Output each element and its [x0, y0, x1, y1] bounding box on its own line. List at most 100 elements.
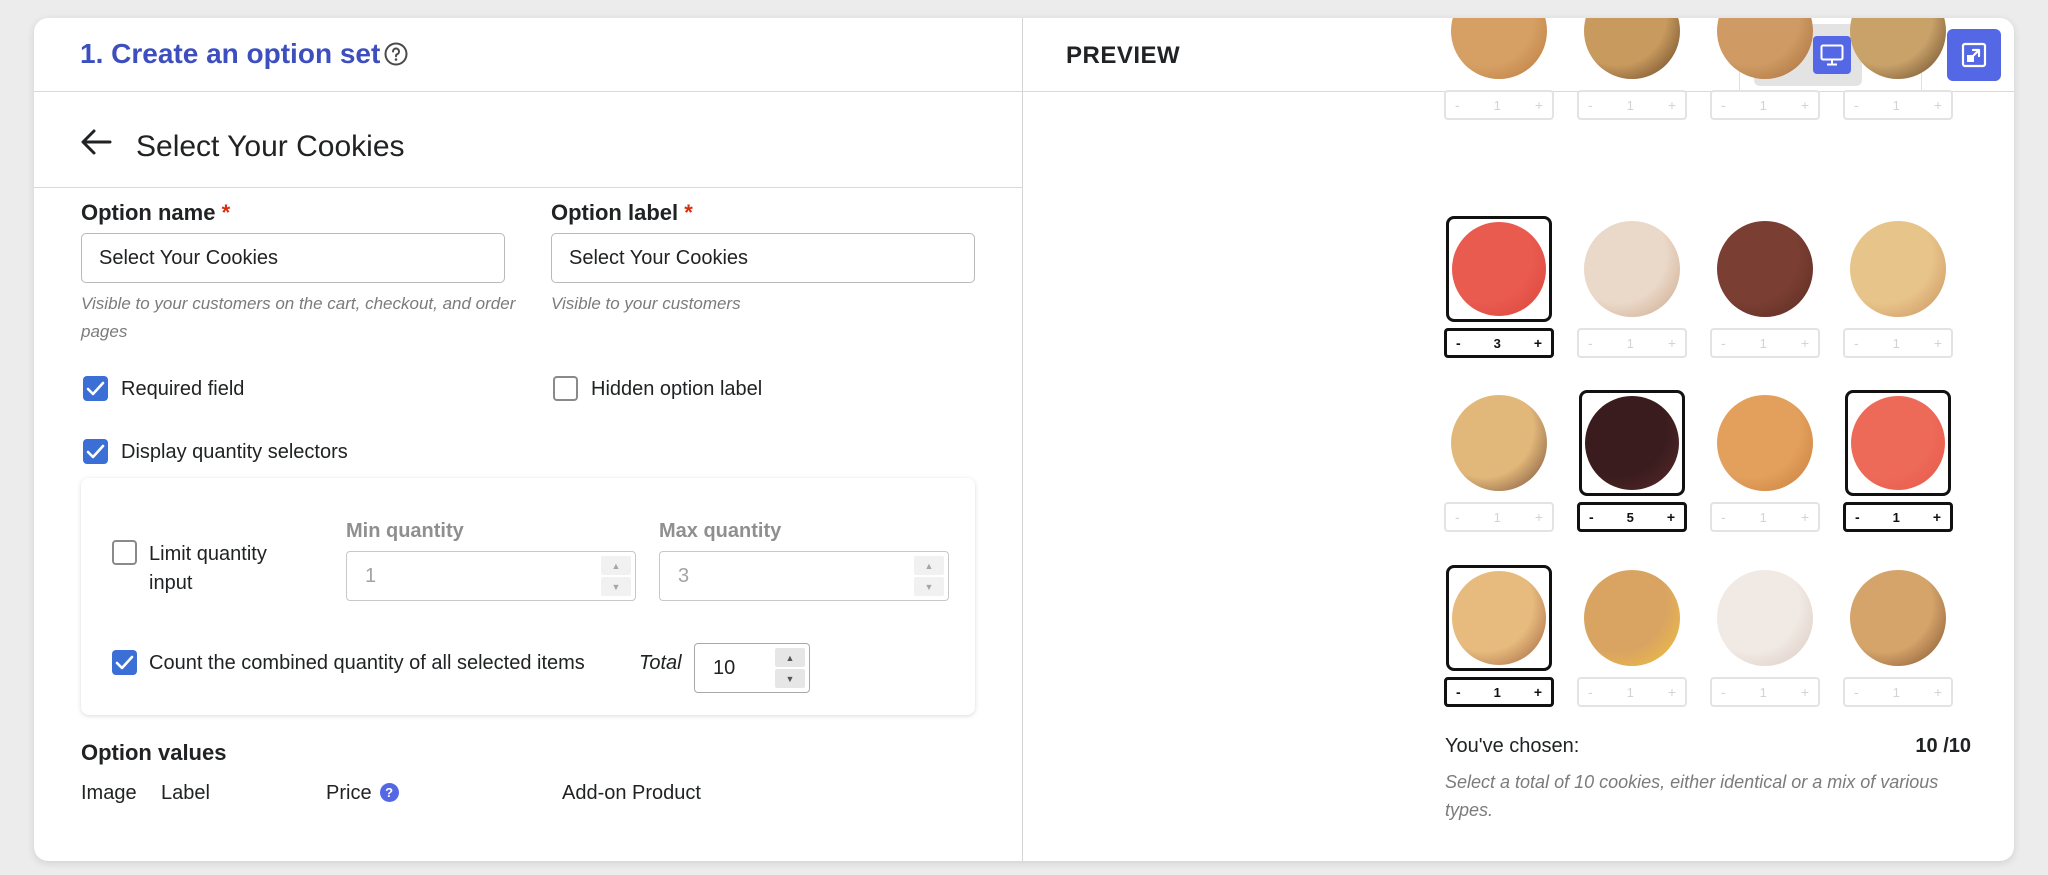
cookie-quantity-stepper[interactable]: - 3 +	[1444, 328, 1554, 358]
option-name-input[interactable]: Select Your Cookies	[81, 233, 505, 283]
required-field-checkbox[interactable]	[83, 376, 108, 401]
cookie-quantity-stepper[interactable]: - 1 +	[1843, 677, 1953, 707]
decrement-button[interactable]: -	[1456, 684, 1461, 700]
cookie-option[interactable]: - 3 +	[1444, 216, 1554, 358]
total-stepper[interactable]: ▲ ▼	[775, 648, 805, 688]
increment-button[interactable]: +	[1535, 97, 1543, 113]
cookie-quantity-stepper[interactable]: - 1 +	[1577, 90, 1687, 120]
increment-button[interactable]: +	[1801, 509, 1809, 525]
limit-quantity-checkbox[interactable]	[112, 540, 137, 565]
decrement-button[interactable]: -	[1854, 97, 1859, 113]
cookie-image	[1584, 18, 1680, 79]
cookie-option[interactable]: - 1 +	[1577, 565, 1687, 707]
decrement-button[interactable]: -	[1456, 335, 1461, 351]
cookie-option[interactable]: - 1 +	[1843, 18, 1953, 120]
cookie-image-frame[interactable]	[1845, 565, 1951, 671]
increment-button[interactable]: +	[1534, 684, 1542, 700]
increment-button[interactable]: +	[1535, 509, 1543, 525]
cookie-option[interactable]: - 1 +	[1444, 565, 1554, 707]
min-quantity-input[interactable]: 1 ▲ ▼	[346, 551, 636, 601]
increment-button[interactable]: +	[1801, 97, 1809, 113]
total-input[interactable]: 10 ▲ ▼	[694, 643, 810, 693]
cookie-image-frame[interactable]	[1579, 18, 1685, 84]
price-help-icon[interactable]: ?	[379, 783, 399, 802]
decrement-button[interactable]: -	[1721, 97, 1726, 113]
increment-button[interactable]: +	[1668, 335, 1676, 351]
cookie-option[interactable]: - 1 +	[1577, 18, 1687, 120]
chosen-count: 10 /10	[1915, 735, 1971, 757]
cookie-image	[1451, 395, 1547, 491]
cookie-image-frame[interactable]	[1712, 565, 1818, 671]
cookie-option[interactable]: - 1 +	[1710, 565, 1820, 707]
decrement-button[interactable]: -	[1721, 684, 1726, 700]
cookie-quantity-stepper[interactable]: - 1 +	[1444, 502, 1554, 532]
decrement-button[interactable]: -	[1455, 509, 1460, 525]
cookie-option[interactable]: - 5 +	[1577, 390, 1687, 532]
cookie-quantity-stepper[interactable]: - 1 +	[1444, 677, 1554, 707]
open-preview-button[interactable]	[1947, 29, 2001, 81]
count-combined-checkbox[interactable]	[112, 650, 137, 675]
cookie-option[interactable]: - 1 +	[1843, 216, 1953, 358]
cookie-option[interactable]: - 1 +	[1444, 390, 1554, 532]
decrement-button[interactable]: -	[1721, 335, 1726, 351]
cookie-image-frame[interactable]	[1712, 18, 1818, 84]
increment-button[interactable]: +	[1934, 684, 1942, 700]
quantity-value: 1	[1759, 97, 1767, 113]
increment-button[interactable]: +	[1801, 684, 1809, 700]
decrement-button[interactable]: -	[1721, 509, 1726, 525]
cookie-option[interactable]: - 1 +	[1710, 216, 1820, 358]
cookie-quantity-stepper[interactable]: - 1 +	[1710, 502, 1820, 532]
cookie-option[interactable]: - 1 +	[1710, 390, 1820, 532]
cookie-quantity-stepper[interactable]: - 1 +	[1444, 90, 1554, 120]
cookie-quantity-stepper[interactable]: - 1 +	[1577, 328, 1687, 358]
increment-button[interactable]: +	[1801, 335, 1809, 351]
cookie-image-frame[interactable]	[1845, 390, 1951, 496]
cookie-option[interactable]: - 1 +	[1843, 565, 1953, 707]
increment-button[interactable]: +	[1534, 335, 1542, 351]
decrement-button[interactable]: -	[1455, 97, 1460, 113]
cookie-option[interactable]: - 1 +	[1444, 18, 1554, 120]
cookie-option[interactable]: - 1 +	[1843, 390, 1953, 532]
cookie-image-frame[interactable]	[1579, 565, 1685, 671]
cookie-quantity-stepper[interactable]: - 1 +	[1710, 677, 1820, 707]
decrement-button[interactable]: -	[1589, 509, 1594, 525]
cookie-quantity-stepper[interactable]: - 1 +	[1710, 90, 1820, 120]
back-arrow-icon[interactable]	[80, 128, 112, 156]
cookie-quantity-stepper[interactable]: - 1 +	[1710, 328, 1820, 358]
help-circle-icon[interactable]	[383, 41, 409, 67]
cookie-quantity-stepper[interactable]: - 1 +	[1577, 677, 1687, 707]
cookie-quantity-stepper[interactable]: - 1 +	[1843, 90, 1953, 120]
cookie-option[interactable]: - 1 +	[1577, 216, 1687, 358]
cookie-image-frame[interactable]	[1446, 390, 1552, 496]
increment-button[interactable]: +	[1668, 97, 1676, 113]
decrement-button[interactable]: -	[1855, 509, 1860, 525]
cookie-image-frame[interactable]	[1579, 390, 1685, 496]
cookie-option[interactable]: - 1 +	[1710, 18, 1820, 120]
increment-button[interactable]: +	[1667, 509, 1675, 525]
cookie-image-frame[interactable]	[1446, 216, 1552, 322]
quantity-value: 1	[1759, 509, 1767, 525]
increment-button[interactable]: +	[1934, 335, 1942, 351]
max-quantity-input[interactable]: 3 ▲ ▼	[659, 551, 949, 601]
hidden-option-label-checkbox[interactable]	[553, 376, 578, 401]
cookie-image-frame[interactable]	[1579, 216, 1685, 322]
cookie-quantity-stepper[interactable]: - 1 +	[1843, 502, 1953, 532]
option-label-input[interactable]: Select Your Cookies	[551, 233, 975, 283]
decrement-button[interactable]: -	[1588, 97, 1593, 113]
cookie-image-frame[interactable]	[1446, 18, 1552, 84]
decrement-button[interactable]: -	[1588, 684, 1593, 700]
cookie-image-frame[interactable]	[1845, 18, 1951, 84]
cookie-quantity-stepper[interactable]: - 1 +	[1843, 328, 1953, 358]
increment-button[interactable]: +	[1668, 684, 1676, 700]
cookie-image-frame[interactable]	[1712, 390, 1818, 496]
decrement-button[interactable]: -	[1854, 335, 1859, 351]
decrement-button[interactable]: -	[1854, 684, 1859, 700]
increment-button[interactable]: +	[1934, 97, 1942, 113]
cookie-image-frame[interactable]	[1712, 216, 1818, 322]
increment-button[interactable]: +	[1933, 509, 1941, 525]
decrement-button[interactable]: -	[1588, 335, 1593, 351]
display-quantity-selectors-checkbox[interactable]	[83, 439, 108, 464]
cookie-image-frame[interactable]	[1845, 216, 1951, 322]
cookie-quantity-stepper[interactable]: - 5 +	[1577, 502, 1687, 532]
cookie-image-frame[interactable]	[1446, 565, 1552, 671]
